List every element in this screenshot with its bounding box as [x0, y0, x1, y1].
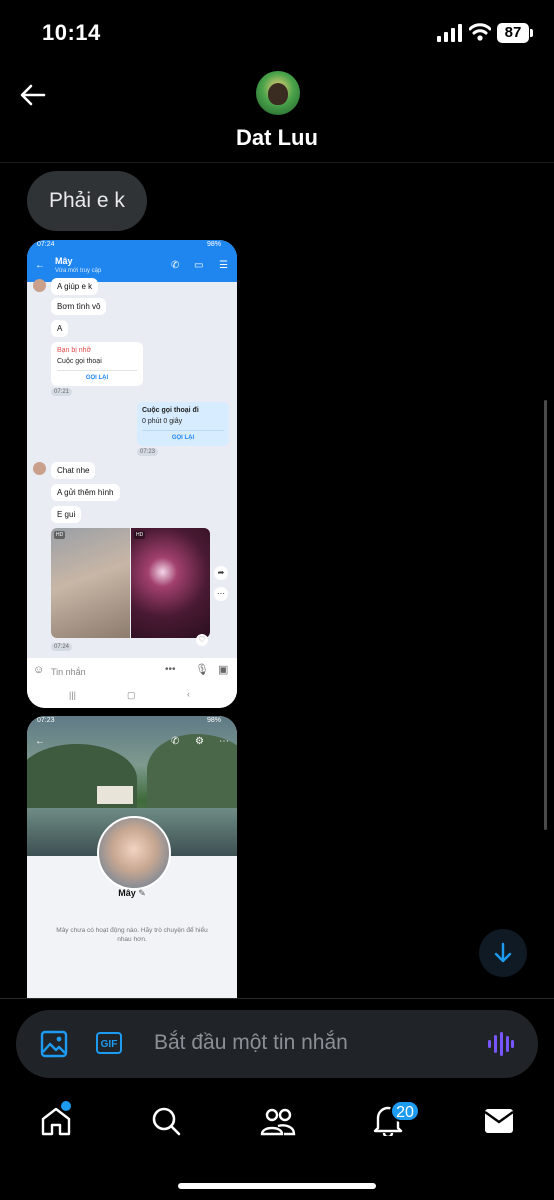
shot-input-bar: ☺ Tin nhắn ••• 🎙 ▣ [27, 658, 237, 686]
image-icon[interactable] [40, 1030, 68, 1058]
shot-profile-avatar [97, 816, 171, 890]
contact-name[interactable]: Dat Luu [0, 125, 554, 151]
shot-photo-left: HD [51, 528, 130, 638]
shot-sender-avatar [33, 279, 46, 292]
shot-status-time: 07:24 [37, 241, 55, 248]
shot-bubble: A gửi thêm hình [51, 484, 120, 501]
shot-outgoing-title: Cuộc gọi thoại đi [142, 407, 199, 414]
shot-back-nav-icon: ‹ [187, 689, 190, 699]
shot-profile-description: Mây chưa có hoạt động nào. Hãy trò chuyệ… [56, 927, 208, 943]
shot-status-battery: 98% [207, 717, 222, 724]
voice-message-icon[interactable] [486, 1030, 514, 1058]
contact-avatar[interactable] [256, 71, 300, 115]
shot-missed-label: Bạn bị nhỡ [57, 347, 92, 354]
shot-profile-name-text: Mây [118, 888, 136, 898]
shot-bubble: A giúp e k [51, 278, 99, 295]
shot-chat-title: Mây [55, 256, 73, 266]
shot-more-icon: ⋯ [214, 587, 228, 601]
shot-status-time: 07:23 [37, 717, 55, 724]
shot-bubble: A [51, 320, 69, 337]
shot-profile-name: Mây ✎ [27, 888, 237, 899]
shot-call-back: GỌI LẠI [85, 375, 109, 381]
shot-status-bar: 07:23 98% [27, 716, 237, 728]
gif-button[interactable]: GIF [96, 1032, 122, 1054]
shot-recents-icon: ||| [69, 690, 77, 700]
shot-back-icon: ← [35, 260, 45, 271]
shot-more-icon: ⋯ [219, 736, 229, 747]
shot-timestamp: 07:23 [137, 448, 159, 456]
shot-cover-house [97, 786, 133, 804]
battery-indicator: 87 [497, 23, 529, 43]
arrow-down-icon [494, 942, 512, 963]
shot-share-icon: ➦ [214, 566, 228, 580]
shot-status-bar: 07:24 98% [27, 240, 237, 252]
shot-hd-badge: HD [54, 531, 66, 539]
shot-card-divider [142, 430, 224, 431]
shot-outgoing-call-card: Cuộc gọi thoại đi 0 phút 0 giây GỌI LẠI [137, 402, 229, 446]
attached-image-profile-screenshot[interactable]: 07:23 98% ← ✆ ⚙ ⋯ Mây ✎ Mây chưa có hoạt… [27, 716, 237, 998]
back-arrow-icon[interactable] [18, 80, 48, 110]
shot-phone-icon: ✆ [171, 736, 180, 747]
shot-bubble: Bơm tình vô [51, 298, 107, 315]
shot-timestamp: 07:21 [51, 388, 73, 396]
message-bubble[interactable]: Phải e k [27, 171, 147, 231]
shot-timestamp: 07:24 [51, 643, 73, 651]
shot-emoji-icon: ☺ [33, 664, 45, 676]
battery-nub [530, 29, 533, 37]
messages-envelope-icon[interactable] [484, 1108, 514, 1134]
shot-missed-call-card: Bạn bị nhỡ Cuộc gọi thoại GỌI LẠI [51, 342, 143, 386]
shot-video-icon: ▭ [194, 260, 204, 271]
header-divider [0, 162, 554, 163]
shot-gallery-icon: ▣ [218, 664, 229, 676]
shot-menu-icon: ☰ [219, 260, 228, 271]
shot-input-placeholder: Tin nhắn [51, 667, 86, 677]
shot-edit-icon: ✎ [138, 888, 146, 898]
home-unread-dot [61, 1101, 71, 1111]
shot-bubble: E gui [51, 506, 82, 523]
attached-image-chat-screenshot[interactable]: 07:24 98% ← Mây Vừa mới truy cập ✆ ▭ ☰ A… [27, 240, 237, 708]
shot-status-battery: 98% [207, 241, 222, 248]
shot-back-icon: ← [35, 736, 45, 747]
shot-outgoing-duration: 0 phút 0 giây [142, 418, 183, 425]
shot-sender-avatar [33, 462, 46, 475]
communities-icon[interactable] [260, 1106, 296, 1136]
shot-card-divider [57, 370, 137, 371]
shot-settings-icon: ⚙ [195, 736, 204, 747]
avatar-face [268, 83, 288, 105]
shot-missed-call: Cuộc gọi thoại [57, 358, 102, 365]
shot-photo-right: HD [131, 528, 210, 638]
shot-phone-icon: ✆ [171, 260, 180, 271]
status-time: 10:14 [42, 20, 101, 45]
shot-mic-icon: 🎙 [195, 664, 209, 676]
search-icon[interactable] [151, 1106, 181, 1136]
home-indicator[interactable] [178, 1183, 376, 1189]
cellular-signal-icon [437, 24, 462, 42]
shot-hd-badge: HD [134, 531, 146, 539]
shot-call-back: GỌI LẠI [171, 435, 195, 441]
shot-bubble: Chat nhe [51, 462, 96, 479]
shot-more-dots-icon: ••• [165, 664, 176, 675]
scroll-to-bottom-button[interactable] [479, 929, 527, 977]
composer-divider [0, 998, 554, 999]
shot-android-nav: ||| ▢ ‹ [27, 686, 237, 708]
message-input[interactable]: Bắt đầu một tin nhắn [154, 1031, 348, 1055]
shot-heart-icon: ♡ [196, 634, 208, 646]
shot-home-icon: ▢ [127, 690, 136, 700]
scrollbar[interactable] [544, 400, 547, 830]
shot-chat-subtitle: Vừa mới truy cập [55, 268, 102, 274]
wifi-icon [469, 23, 491, 41]
notification-count-badge: 20 [390, 1100, 420, 1122]
